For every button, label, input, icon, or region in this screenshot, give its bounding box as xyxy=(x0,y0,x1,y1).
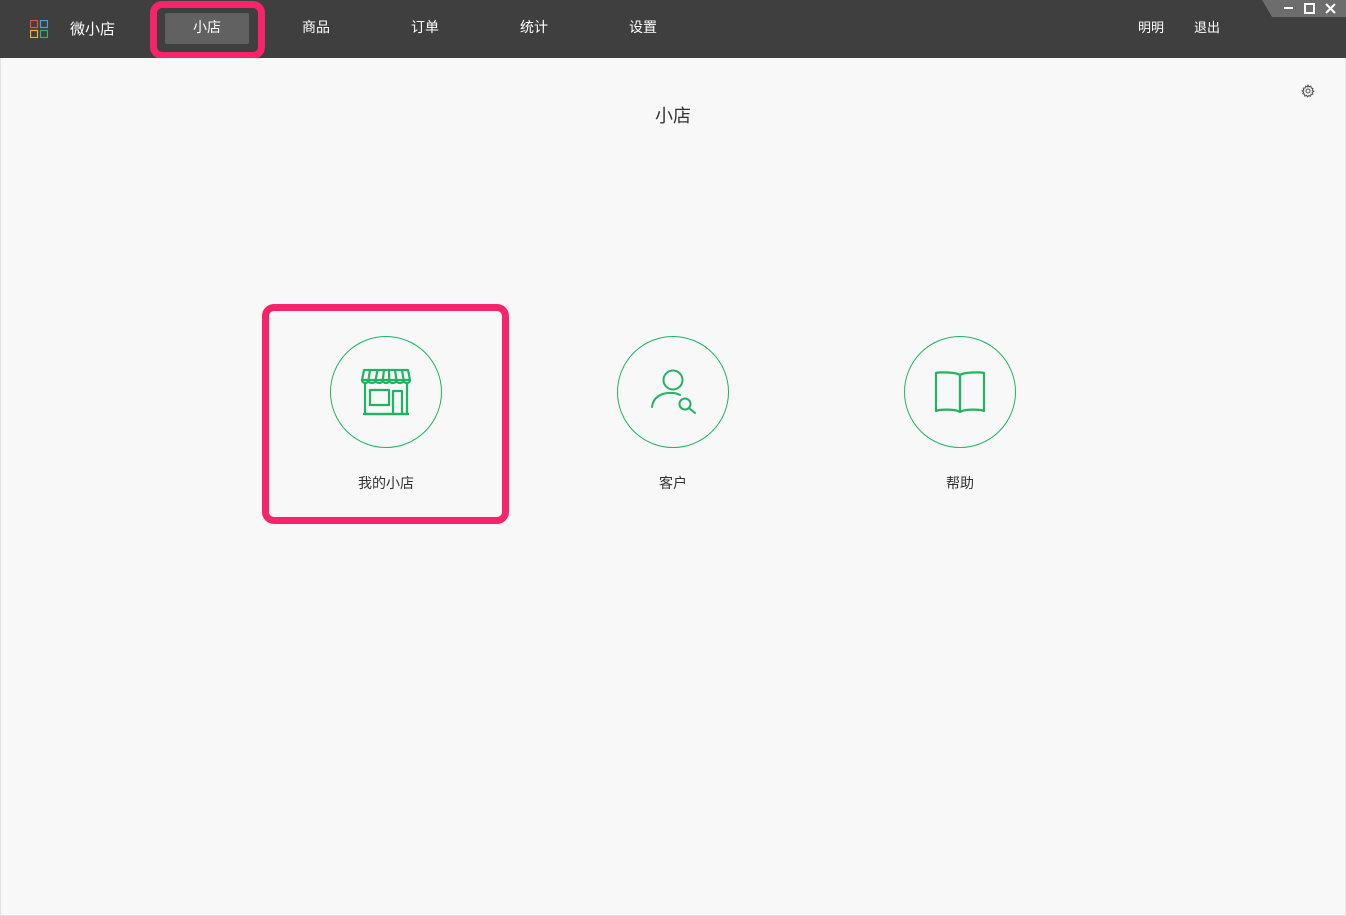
close-icon[interactable] xyxy=(1323,1,1339,17)
nav-highlight-frame xyxy=(150,1,265,59)
page-title: 小店 xyxy=(655,106,691,127)
nav-tab-products[interactable]: 商品 xyxy=(274,13,358,44)
tile-label-help: 帮助 xyxy=(946,476,974,492)
gear-icon[interactable] xyxy=(1301,84,1315,98)
app-logo-icon xyxy=(30,20,48,38)
nav-tab-statistics[interactable]: 统计 xyxy=(492,13,576,44)
customers-circle xyxy=(617,336,729,448)
customer-search-icon xyxy=(651,369,696,414)
maximize-icon[interactable] xyxy=(1302,1,1318,17)
book-icon xyxy=(934,371,986,414)
tile-highlight-frame xyxy=(262,304,509,524)
nav-tab-settings[interactable]: 设置 xyxy=(601,13,685,44)
user-name-link[interactable]: 明明 xyxy=(1138,19,1164,39)
help-circle xyxy=(904,336,1016,448)
tile-label-customers: 客户 xyxy=(659,476,687,492)
tile-customers[interactable]: 客户 xyxy=(593,336,753,506)
logout-link[interactable]: 退出 xyxy=(1194,19,1220,39)
app-name: 微小店 xyxy=(70,20,116,38)
nav-tab-orders[interactable]: 订单 xyxy=(383,13,467,44)
tile-help[interactable]: 帮助 xyxy=(880,336,1040,506)
minimize-icon[interactable] xyxy=(1281,1,1297,17)
